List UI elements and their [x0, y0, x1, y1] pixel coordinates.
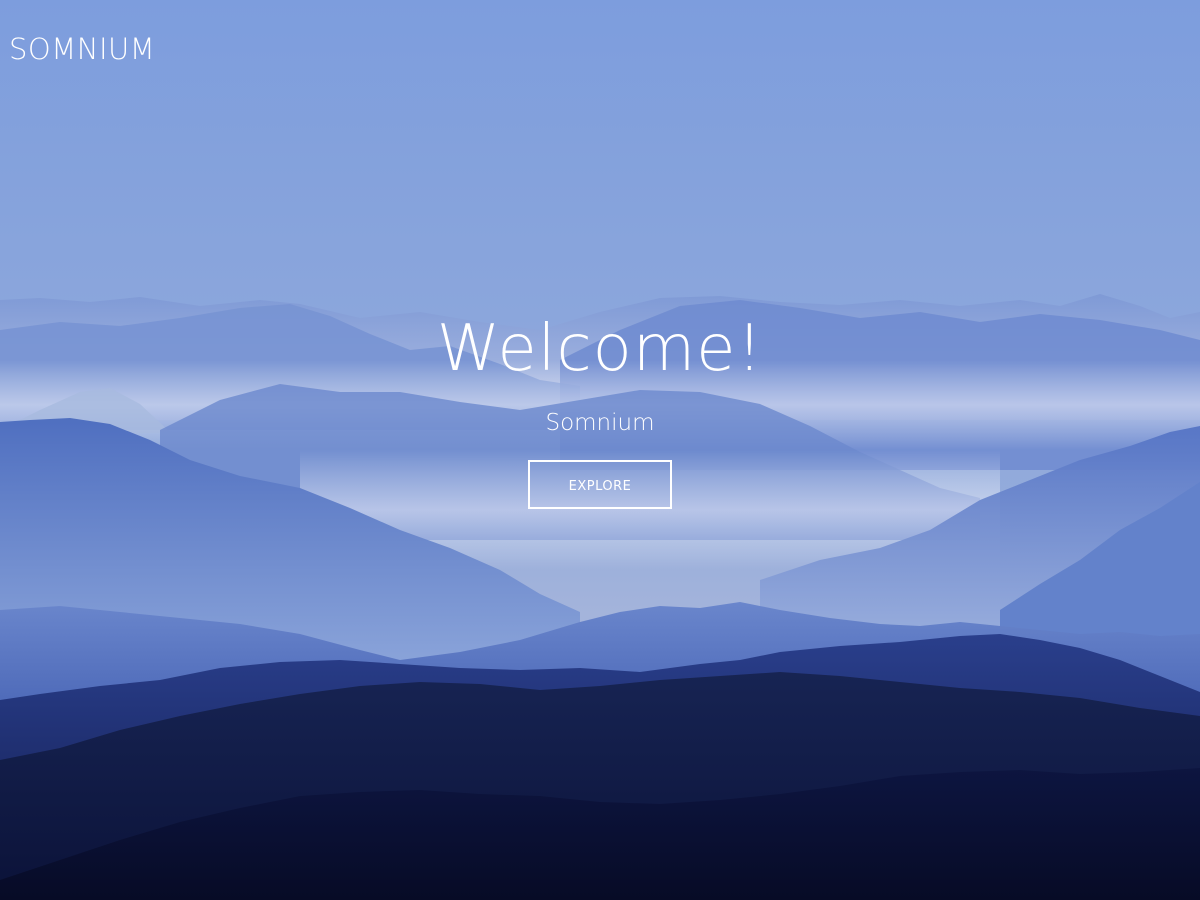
hero-heading: Welcome! — [436, 312, 764, 386]
hero-content: Welcome! Somnium EXPLORE — [0, 308, 1200, 509]
explore-button[interactable]: EXPLORE — [528, 460, 672, 509]
hero-section: SOMNIUM Welcome! Somnium EXPLORE — [0, 0, 1200, 900]
brand-logo[interactable]: SOMNIUM — [9, 30, 155, 68]
hero-subheading: Somnium — [545, 410, 655, 436]
